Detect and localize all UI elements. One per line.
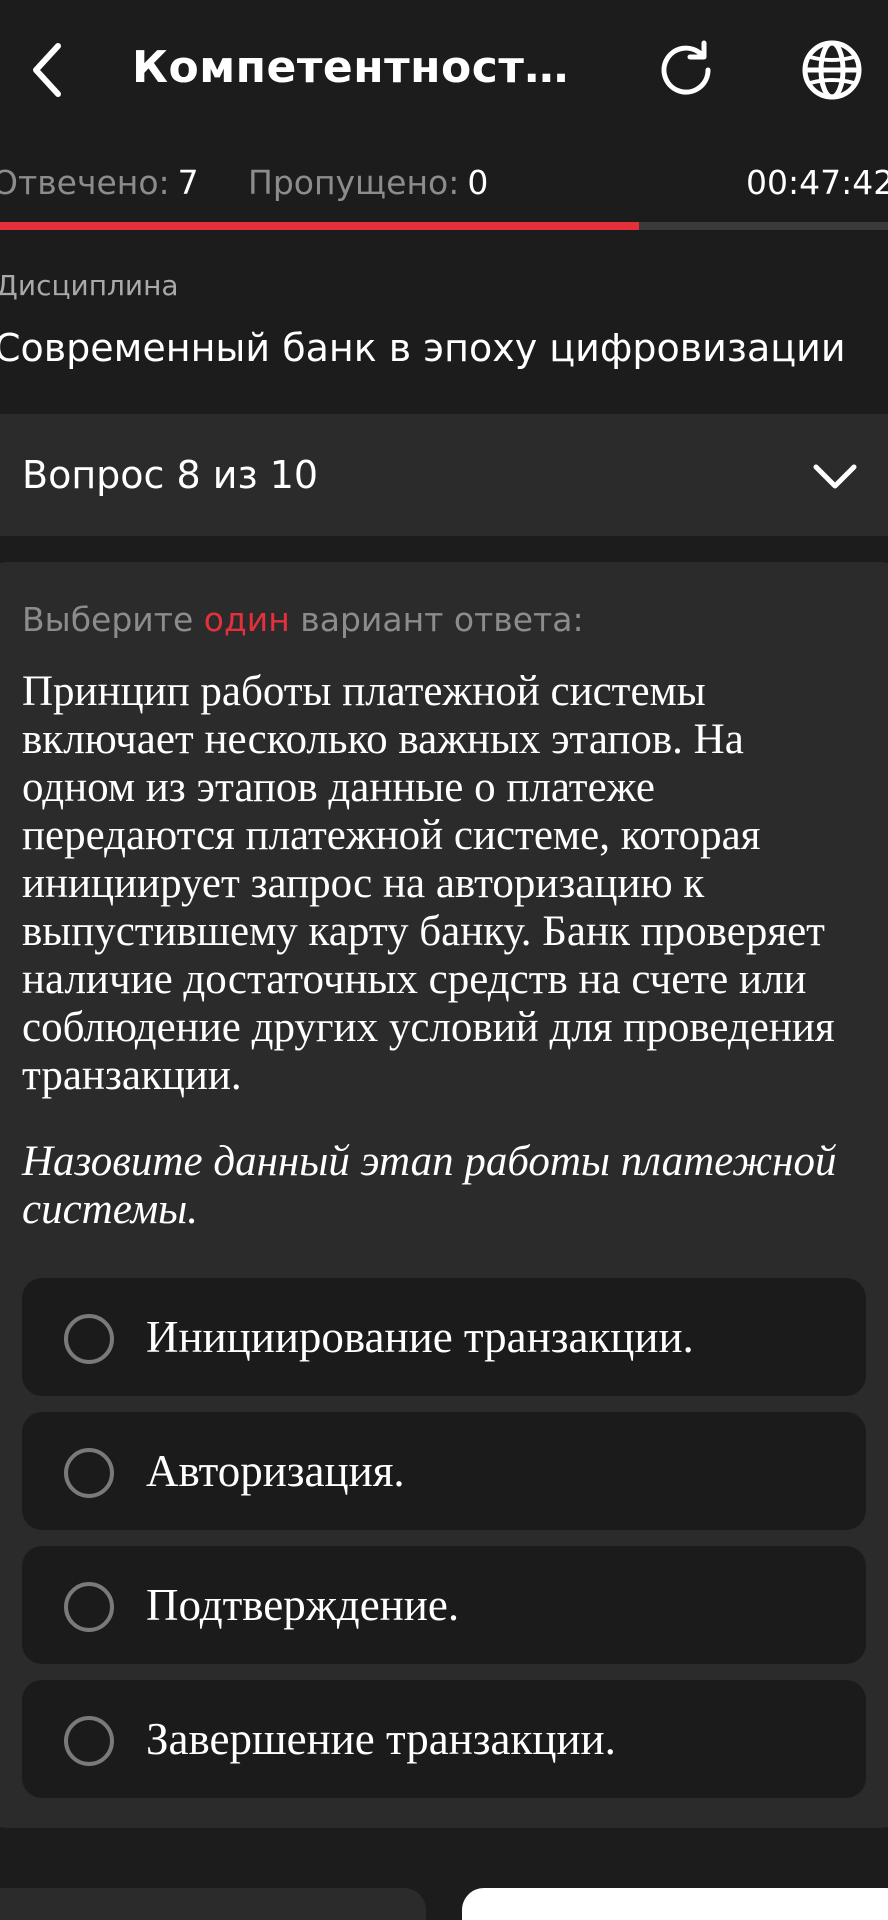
progress-fill bbox=[0, 222, 640, 230]
instruction-accent: один bbox=[203, 600, 290, 639]
answer-option[interactable]: Завершение транзакции. bbox=[22, 1680, 866, 1798]
answered-stat: Отвечено: 7 bbox=[0, 158, 199, 208]
question-selector[interactable]: Вопрос 8 из 10 bbox=[0, 414, 888, 536]
answered-label: Отвечено: bbox=[0, 163, 170, 202]
instruction-suffix: вариант ответа: bbox=[289, 600, 584, 639]
answer-option[interactable]: Авторизация. bbox=[22, 1412, 866, 1530]
skipped-count: 0 bbox=[467, 163, 489, 202]
radio-button[interactable] bbox=[64, 1716, 114, 1766]
primary-action-button[interactable] bbox=[462, 1888, 888, 1920]
answer-instruction: Выберите один вариант ответа: bbox=[22, 590, 584, 650]
question-prompt: Назовите данный этап работы платежной си… bbox=[22, 1138, 837, 1233]
chevron-down-icon bbox=[813, 464, 857, 489]
radio-button[interactable] bbox=[64, 1582, 114, 1632]
globe-icon bbox=[802, 40, 862, 100]
answer-option[interactable]: Подтверждение. bbox=[22, 1546, 866, 1664]
page-title: Компетентностны... bbox=[132, 42, 592, 93]
quiz-screen: Компетентностны... Отвечено:7 Пропущено:… bbox=[0, 0, 888, 1920]
option-label: Завершение транзакции. bbox=[146, 1714, 616, 1764]
secondary-action-button[interactable] bbox=[0, 1888, 426, 1920]
option-label: Авторизация. bbox=[146, 1446, 405, 1496]
discipline-label: Дисциплина bbox=[0, 269, 179, 302]
reload-icon bbox=[661, 40, 711, 95]
chevron-left-icon bbox=[33, 43, 61, 97]
skipped-label: Пропущено: bbox=[248, 163, 460, 202]
answer-option[interactable]: Инициирование транзакции. bbox=[22, 1278, 866, 1396]
language-button[interactable] bbox=[796, 34, 868, 106]
reload-button[interactable] bbox=[650, 34, 722, 106]
option-label: Подтверждение. bbox=[146, 1580, 460, 1630]
question-text: Принцип работы платежной системы включае… bbox=[22, 668, 835, 1099]
question-card: Выберите один вариант ответа: Принцип ра… bbox=[0, 562, 888, 1828]
top-bar: Компетентностны... bbox=[0, 0, 888, 140]
quiz-stats: Отвечено: 7 Пропущено: 0 00:47:42 bbox=[0, 158, 888, 208]
progress-bar bbox=[0, 222, 888, 230]
radio-button[interactable] bbox=[64, 1448, 114, 1498]
question-number: Вопрос 8 из 10 bbox=[22, 453, 319, 497]
skipped-stat: Пропущено: 0 bbox=[248, 158, 488, 208]
back-button[interactable] bbox=[20, 30, 76, 110]
radio-button[interactable] bbox=[64, 1314, 114, 1364]
instruction-prefix: Выберите bbox=[22, 600, 204, 639]
timer: 00:47:42 bbox=[746, 163, 888, 202]
answered-count: 7 bbox=[177, 163, 199, 202]
option-label: Инициирование транзакции. bbox=[146, 1312, 694, 1362]
discipline-name: Современный банк в эпоху цифровизации bbox=[0, 326, 846, 370]
